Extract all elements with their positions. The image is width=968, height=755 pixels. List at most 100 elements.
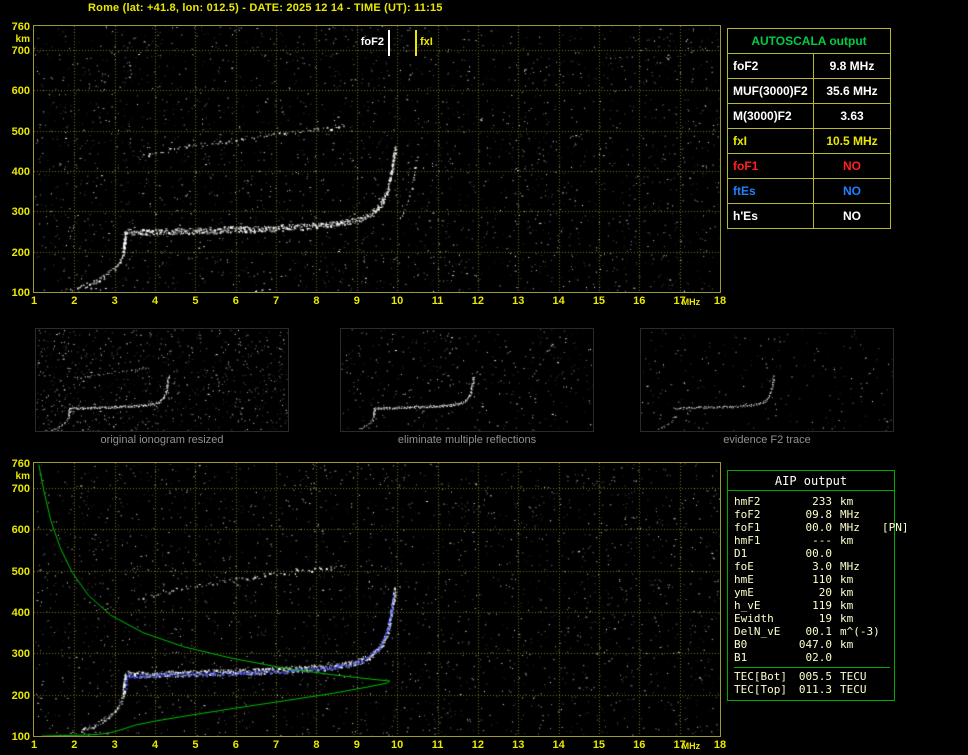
autoscala-param: ftEs [727, 178, 814, 204]
aip-unit: km [840, 599, 854, 612]
aip-param: foE [734, 560, 754, 573]
aip-value: 20 [818, 586, 832, 599]
foF2-marker-label: foF2 [360, 36, 384, 48]
aip-extra [876, 573, 890, 586]
aip-param: ymE [734, 586, 754, 599]
aip-row: B0 047.0 km [734, 638, 890, 651]
x-tick-label: 14 [552, 739, 565, 751]
x-tick-label: 6 [232, 295, 239, 307]
x-tick-label: 13 [512, 739, 525, 751]
y-tick-label: 700 [11, 482, 30, 495]
fxI-marker-label: fxI [420, 36, 433, 48]
autoscala-row: foF2 9.8 MHz [727, 53, 891, 79]
x-tick-label: 13 [512, 295, 525, 307]
bottom-ionogram-canvas [34, 463, 720, 736]
aip-value: 09.8 [805, 508, 833, 521]
aip-value: 233 [812, 495, 832, 508]
autoscala-param: fxI [727, 128, 814, 154]
aip-extra [876, 683, 890, 696]
y-axis-unit: km [15, 34, 30, 45]
aip-rows: hmF2 233 km foF2 09.8 MHz foF1 00.0 MHz [PN] hmF1 -… [728, 491, 909, 700]
aip-row: TEC[Bot] 005.5 TECU [734, 667, 890, 683]
x-tick-label: 11 [431, 295, 444, 307]
aip-unit: km [840, 534, 854, 547]
x-tick-label: 18 [713, 739, 727, 751]
autoscala-param: MUF(3000)F2 [727, 78, 814, 104]
aip-extra [876, 495, 890, 508]
y-tick-label: 500 [11, 565, 30, 578]
aip-extra [876, 612, 890, 625]
aip-value: 011.3 [798, 683, 832, 696]
autoscala-value: 10.5 MHz [813, 128, 891, 154]
autoscala-row: h'Es NO [727, 203, 891, 229]
aip-extra [876, 534, 890, 547]
aip-value: 119 [812, 599, 832, 612]
bottom-ionogram-plot [33, 462, 721, 737]
aip-value: 110 [812, 573, 832, 586]
aip-header: AIP output [728, 471, 894, 491]
x-tick-label: 2 [71, 739, 78, 751]
x-tick-label: 9 [353, 295, 360, 307]
autoscala-header: AUTOSCALA output [727, 28, 891, 54]
y-tick-label: 200 [11, 246, 30, 259]
autoscala-value: NO [813, 203, 891, 229]
autoscala-row: fxI 10.5 MHz [727, 128, 891, 154]
aip-param: TEC[Bot] [734, 670, 787, 683]
aip-unit: MHz [840, 560, 860, 573]
aip-param: B0 [734, 638, 748, 651]
aip-extra [876, 651, 890, 664]
aip-unit: km [840, 573, 854, 586]
thumbnail-evidence-f2-trace [640, 328, 894, 432]
autoscala-value: 35.6 MHz [813, 78, 891, 104]
thumbnail-original-ionogram-canvas [36, 329, 288, 431]
aip-unit: km [840, 612, 854, 625]
autoscala-row: M(3000)F2 3.63 [727, 103, 891, 129]
aip-unit [832, 651, 876, 664]
aip-row: Ewidth 19 km [734, 612, 890, 625]
autoscala-value: NO [813, 153, 891, 179]
top-plot-x-axis: 1 2 3 4 5 6 7 8 9 10 11 12 13 14 15 16 17 18 MHz [31, 295, 734, 309]
x-axis-unit: MHz [681, 741, 701, 751]
aip-extra [876, 586, 890, 599]
aip-extra: [PN] [882, 521, 909, 534]
autoscala-param: foF1 [727, 153, 814, 179]
aip-row: ymE 20 km [734, 586, 890, 599]
aip-extra [876, 560, 890, 573]
thumbnail-caption-eliminate: eliminate multiple reflections [397, 434, 537, 446]
y-axis-unit: km [15, 471, 30, 482]
aip-extra [876, 625, 890, 638]
autoscala-output-table: AUTOSCALA output foF2 9.8 MHz MUF(3000)F2 3… [727, 28, 891, 229]
thumbnail-eliminate-reflections [340, 328, 594, 432]
aip-row: foE 3.0 MHz [734, 560, 890, 573]
x-tick-label: 5 [192, 295, 199, 307]
y-tick-label: 760 [11, 458, 30, 470]
x-tick-label: 10 [391, 295, 404, 307]
x-tick-label: 14 [552, 295, 565, 307]
y-tick-label: 200 [11, 689, 30, 702]
page-title: Rome (lat: +41.8, lon: 012.5) - DATE: 20… [88, 2, 443, 14]
x-tick-label: 16 [633, 295, 646, 307]
x-tick-label: 15 [592, 739, 606, 751]
aip-row: h_vE 119 km [734, 599, 890, 612]
x-tick-label: 4 [151, 739, 159, 751]
thumbnail-evidence-f2-trace-canvas [641, 329, 893, 431]
x-tick-label: 12 [471, 739, 484, 751]
x-tick-label: 3 [111, 295, 118, 307]
x-tick-label: 1 [30, 739, 38, 751]
x-tick-label: 2 [71, 295, 78, 307]
top-ionogram-plot: foF2 fxI [33, 25, 721, 293]
aip-value: 005.5 [798, 670, 832, 683]
thumbnail-caption-original: original ionogram resized [100, 434, 224, 446]
x-tick-label: 10 [391, 739, 404, 751]
autoscala-value: NO [813, 178, 891, 204]
top-ionogram-canvas [34, 26, 720, 292]
x-tick-label: 15 [592, 295, 606, 307]
autoscala-row: MUF(3000)F2 35.6 MHz [727, 78, 891, 104]
aip-row: foF1 00.0 MHz [PN] [734, 521, 909, 534]
autoscala-row: foF1 NO [727, 153, 891, 179]
aip-param: D1 [734, 547, 748, 560]
aip-row: hmF1 --- km [734, 534, 890, 547]
bottom-plot-x-axis: 1 2 3 4 5 6 7 8 9 10 11 12 13 14 15 16 17 18 MHz [31, 739, 734, 753]
aip-param: hmF1 [734, 534, 761, 547]
autoscala-value: 3.63 [813, 103, 891, 129]
